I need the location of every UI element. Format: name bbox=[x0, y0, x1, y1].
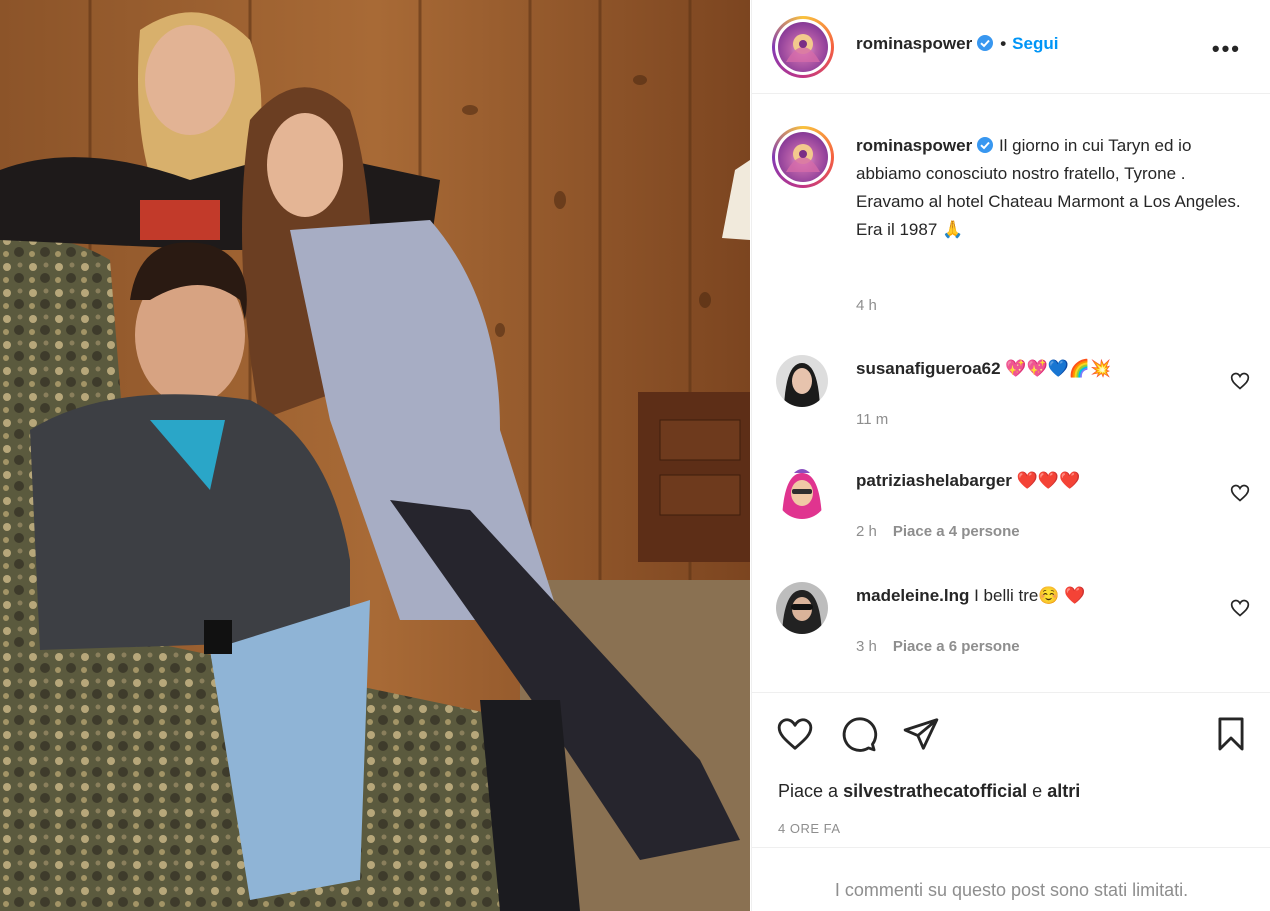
likes-others-link[interactable]: altri bbox=[1047, 781, 1080, 801]
comment-text: 💖💖💙🌈💥 bbox=[1005, 359, 1112, 378]
commenter-avatar-image bbox=[776, 467, 828, 519]
comment-body: patriziashelabarger ❤️❤️❤️ bbox=[856, 469, 1216, 493]
comment-meta: 2 h Piace a 4 persone bbox=[856, 523, 1020, 540]
header-separator: • bbox=[1000, 34, 1007, 53]
author-avatar[interactable] bbox=[772, 16, 834, 78]
more-options-icon[interactable]: ••• bbox=[1212, 36, 1241, 62]
paper-plane-icon[interactable] bbox=[902, 715, 940, 753]
comment-like-heart-icon[interactable] bbox=[1230, 483, 1250, 503]
follow-button[interactable]: Segui bbox=[1012, 34, 1058, 53]
author-avatar-image bbox=[786, 34, 820, 62]
comment-time[interactable]: 11 m bbox=[856, 411, 888, 428]
commenter-avatar-image bbox=[776, 582, 828, 634]
likes-prefix: Piace a bbox=[778, 781, 839, 801]
caption-username[interactable]: rominaspower bbox=[856, 136, 972, 155]
comment-likes[interactable]: Piace a 6 persone bbox=[893, 638, 1020, 655]
comment-like-heart-icon[interactable] bbox=[1230, 371, 1250, 391]
post-photo-illustration bbox=[0, 0, 750, 911]
likes-user-link[interactable]: silvestrathecatofficial bbox=[843, 781, 1027, 801]
comment-time[interactable]: 2 h bbox=[856, 523, 877, 540]
post-header: rominaspower • Segui ••• bbox=[752, 0, 1270, 94]
bookmark-icon[interactable] bbox=[1212, 715, 1250, 753]
verified-badge-icon bbox=[977, 137, 994, 153]
comment-meta: 3 h Piace a 6 persone bbox=[856, 638, 1020, 655]
post-actions-section: Piace a silvestrathecatofficial e altri … bbox=[752, 692, 1270, 911]
comment-like-heart-icon[interactable] bbox=[1230, 598, 1250, 618]
comment-icon[interactable] bbox=[840, 715, 878, 753]
comment-meta: 11 m bbox=[856, 411, 888, 428]
post-timestamp[interactable]: 4 ORE FA bbox=[778, 821, 841, 836]
comment-likes[interactable]: Piace a 4 persone bbox=[893, 523, 1020, 540]
header-user-line: rominaspower • Segui bbox=[856, 34, 1058, 54]
verified-badge-icon bbox=[977, 35, 994, 51]
commenter-username[interactable]: susanafigueroa62 bbox=[856, 359, 1001, 378]
likes-summary: Piace a silvestrathecatofficial e altri bbox=[778, 781, 1080, 802]
comment-time[interactable]: 3 h bbox=[856, 638, 877, 655]
post-photo[interactable] bbox=[0, 0, 750, 911]
comment-body: madeleine.lng I belli tre☺️ ❤️ bbox=[856, 584, 1216, 608]
commenter-avatar-image bbox=[776, 355, 828, 407]
caption-author-avatar[interactable] bbox=[772, 126, 834, 188]
caption-time[interactable]: 4 h bbox=[856, 297, 877, 314]
comment-body: susanafigueroa62 💖💖💙🌈💥 bbox=[856, 357, 1216, 381]
commenter-avatar[interactable] bbox=[776, 355, 828, 407]
author-username[interactable]: rominaspower bbox=[856, 34, 972, 53]
comments-limited-notice: I commenti su questo post sono stati lim… bbox=[752, 847, 1270, 911]
commenter-username[interactable]: patriziashelabarger bbox=[856, 471, 1012, 490]
commenter-avatar[interactable] bbox=[776, 582, 828, 634]
heart-icon[interactable] bbox=[776, 715, 814, 753]
comment-text: I belli tre☺️ ❤️ bbox=[974, 586, 1086, 605]
post-caption: rominaspower Il giorno in cui Taryn ed i… bbox=[856, 132, 1251, 244]
post-side-panel: rominaspower • Segui ••• rominaspower Il g… bbox=[751, 0, 1270, 911]
comment-text: ❤️❤️❤️ bbox=[1016, 471, 1081, 490]
caption-avatar-image bbox=[786, 144, 820, 172]
commenter-avatar[interactable] bbox=[776, 467, 828, 519]
likes-joiner: e bbox=[1032, 781, 1043, 801]
commenter-username[interactable]: madeleine.lng bbox=[856, 586, 969, 605]
